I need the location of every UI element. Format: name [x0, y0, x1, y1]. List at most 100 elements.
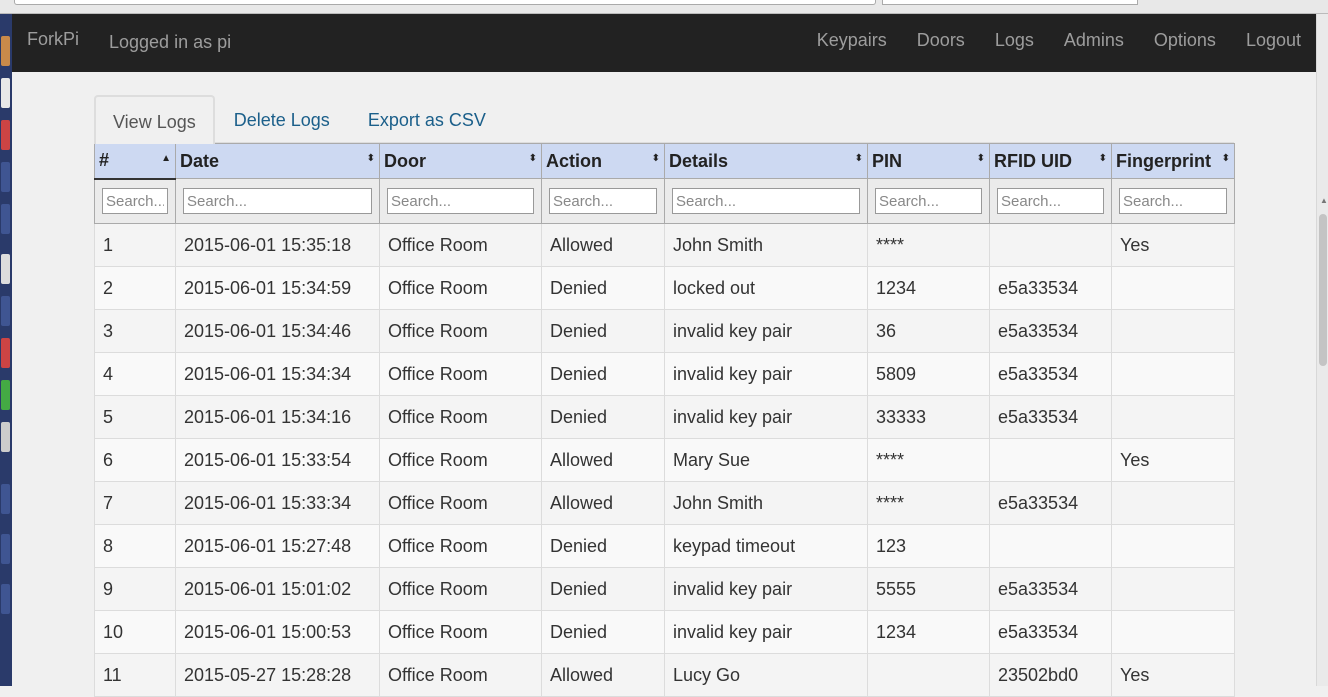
cell-pin: 123 — [867, 524, 990, 568]
column-header-action[interactable]: Action ⬍ — [541, 143, 665, 179]
brand-logo[interactable]: ForkPi — [27, 29, 79, 50]
cell-fingerprint — [1111, 266, 1235, 310]
nav-logout[interactable]: Logout — [1231, 14, 1316, 72]
column-header-fingerprint[interactable]: Fingerprint ⬍ — [1111, 143, 1235, 179]
cell-date: 2015-06-01 15:01:02 — [175, 567, 380, 611]
filter-input-details[interactable] — [672, 188, 860, 214]
nav-options[interactable]: Options — [1139, 14, 1231, 72]
table-row: 4 2015-06-01 15:34:34 Office Room Denied inv… — [94, 352, 1235, 396]
nav-logs[interactable]: Logs — [980, 14, 1049, 72]
page-scrollbar[interactable]: ▲ — [1316, 14, 1328, 686]
filter-input-pin[interactable] — [875, 188, 982, 214]
column-header-rfid-uid[interactable]: RFID UID ⬍ — [989, 143, 1112, 179]
nav-doors[interactable]: Doors — [902, 14, 980, 72]
filter-input-number[interactable] — [102, 188, 168, 215]
table-row: 1 2015-06-01 15:35:18 Office Room Allowed Jo… — [94, 223, 1235, 267]
sort-both-icon: ⬍ — [1098, 153, 1107, 164]
browser-search-bar[interactable] — [882, 0, 1138, 5]
filter-cell — [664, 178, 868, 224]
table-row: 5 2015-06-01 15:34:16 Office Room Denied inv… — [94, 395, 1235, 439]
cell-details: invalid key pair — [664, 309, 868, 353]
log-tabs: View Logs Delete Logs Export as CSV — [94, 95, 1234, 144]
column-label: RFID UID — [994, 150, 1072, 171]
cell-fingerprint — [1111, 395, 1235, 439]
column-header-door[interactable]: Door ⬍ — [379, 143, 542, 179]
cell-rfid-uid: 23502bd0 — [989, 653, 1112, 697]
cell-date: 2015-06-01 15:35:18 — [175, 223, 380, 267]
cell-door: Office Room — [379, 395, 542, 439]
filter-input-date[interactable] — [183, 188, 372, 214]
cell-number: 8 — [94, 524, 176, 568]
cell-rfid-uid: e5a33534 — [989, 395, 1112, 439]
cell-rfid-uid — [989, 223, 1112, 267]
launcher-app-icon[interactable] — [1, 162, 10, 192]
launcher-app-icon[interactable] — [1, 422, 10, 452]
cell-rfid-uid — [989, 524, 1112, 568]
column-label: Date — [180, 150, 220, 171]
address-bar[interactable] — [14, 0, 876, 5]
column-header-date[interactable]: Date ⬍ — [175, 143, 380, 179]
cell-fingerprint: Yes — [1111, 653, 1235, 697]
launcher-app-icon[interactable] — [1, 36, 10, 66]
sort-both-icon: ⬍ — [1221, 153, 1230, 164]
cell-door: Office Room — [379, 223, 542, 267]
cell-door: Office Room — [379, 438, 542, 482]
launcher-app-icon[interactable] — [1, 78, 10, 108]
cell-fingerprint — [1111, 524, 1235, 568]
launcher-dock — [0, 14, 12, 686]
cell-action: Allowed — [541, 438, 665, 482]
scroll-up-icon[interactable]: ▲ — [1320, 196, 1328, 205]
launcher-app-icon[interactable] — [1, 534, 10, 564]
cell-fingerprint: Yes — [1111, 223, 1235, 267]
launcher-app-icon[interactable] — [1, 204, 10, 234]
table-row: 2 2015-06-01 15:34:59 Office Room Denied loc… — [94, 266, 1235, 310]
column-header-pin[interactable]: PIN ⬍ — [867, 143, 990, 179]
table-row: 7 2015-06-01 15:33:34 Office Room Allowed Jo… — [94, 481, 1235, 525]
sort-both-icon: ⬍ — [854, 153, 863, 164]
column-header-number[interactable]: # ▲ — [94, 143, 176, 180]
cell-details: Mary Sue — [664, 438, 868, 482]
cell-fingerprint — [1111, 610, 1235, 654]
tab-view-logs[interactable]: View Logs — [94, 95, 215, 144]
cell-details: invalid key pair — [664, 395, 868, 439]
launcher-app-icon[interactable] — [1, 338, 10, 368]
launcher-app-icon[interactable] — [1, 296, 10, 326]
filter-input-rfid-uid[interactable] — [997, 188, 1104, 214]
filter-cell — [989, 178, 1112, 224]
cell-number: 4 — [94, 352, 176, 396]
cell-pin: 1234 — [867, 266, 990, 310]
logs-table: # ▲ Date ⬍ Door ⬍ Action ⬍ Details ⬍ PIN ⬍ RFI… — [94, 143, 1235, 697]
filter-input-action[interactable] — [549, 188, 657, 214]
tab-export-csv[interactable]: Export as CSV — [349, 95, 505, 142]
scrollbar-thumb[interactable] — [1319, 214, 1327, 366]
column-label: Fingerprint — [1116, 150, 1211, 171]
launcher-app-icon[interactable] — [1, 254, 10, 284]
cell-rfid-uid: e5a33534 — [989, 567, 1112, 611]
table-row: 10 2015-06-01 15:00:53 Office Room Denied in… — [94, 610, 1235, 654]
column-label: Details — [669, 150, 729, 171]
column-header-details[interactable]: Details ⬍ — [664, 143, 868, 179]
browser-toolbar — [0, 0, 1328, 14]
cell-number: 1 — [94, 223, 176, 267]
filter-input-door[interactable] — [387, 188, 534, 214]
column-label: Action — [546, 150, 602, 171]
tab-delete-logs[interactable]: Delete Logs — [215, 95, 349, 142]
top-navbar: ForkPi Logged in as pi Keypairs Doors Lo… — [12, 14, 1316, 72]
launcher-app-icon[interactable] — [1, 380, 10, 410]
nav-links: Keypairs Doors Logs Admins Options Logou… — [802, 14, 1316, 72]
nav-admins[interactable]: Admins — [1049, 14, 1139, 72]
cell-action: Denied — [541, 524, 665, 568]
cell-date: 2015-06-01 15:34:46 — [175, 309, 380, 353]
cell-door: Office Room — [379, 524, 542, 568]
launcher-app-icon[interactable] — [1, 484, 10, 514]
nav-keypairs[interactable]: Keypairs — [802, 14, 902, 72]
launcher-app-icon[interactable] — [1, 120, 10, 150]
launcher-app-icon[interactable] — [1, 584, 10, 614]
table-body: 1 2015-06-01 15:35:18 Office Room Allowed Jo… — [94, 223, 1235, 697]
cell-door: Office Room — [379, 309, 542, 353]
cell-pin: **** — [867, 223, 990, 267]
table-row: 8 2015-06-01 15:27:48 Office Room Denied key… — [94, 524, 1235, 568]
cell-rfid-uid: e5a33534 — [989, 266, 1112, 310]
filter-input-fingerprint[interactable] — [1119, 188, 1227, 214]
filter-row — [94, 178, 1235, 224]
